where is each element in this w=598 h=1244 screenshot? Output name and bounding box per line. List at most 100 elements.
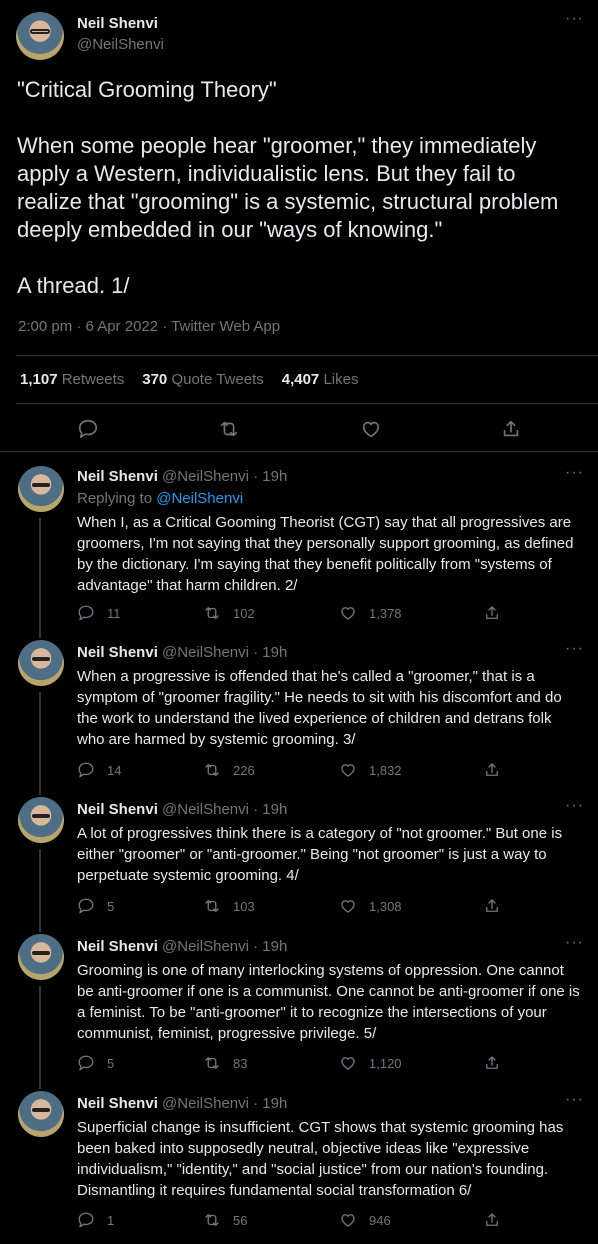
retweet-button[interactable]: 226 [203,761,255,779]
reply-button[interactable]: 5 [77,1054,114,1072]
thread-line [39,1077,41,1089]
like-button[interactable]: 946 [339,1211,391,1229]
like-count: 1,378 [369,605,402,621]
more-options-icon[interactable]: ··· [565,1091,584,1109]
author-handle-time: @NeilShenvi · 19h [162,938,288,955]
retweet-icon[interactable] [218,418,240,440]
like-button[interactable]: 1,378 [339,604,402,622]
thread-line [39,920,41,932]
more-options-icon[interactable]: ··· [565,934,584,952]
reply-icon [78,1212,94,1228]
more-options-icon[interactable]: ··· [565,797,584,815]
reply-button[interactable]: 14 [77,761,121,779]
share-icon [486,1056,498,1069]
retweet-button[interactable]: 102 [203,604,255,622]
share-button[interactable] [483,761,513,779]
reply-tweet[interactable]: Neil Shenvi @NeilShenvi · 19h ··· Replyi… [0,452,598,626]
reply-tweet[interactable]: Neil Shenvi @NeilShenvi · 19h ··· A lot … [0,783,598,920]
reply-count: 11 [107,605,121,621]
avatar[interactable] [18,797,64,843]
like-count: 1,832 [369,762,402,778]
retweets-stat[interactable]: 1,107 Retweets [20,371,124,388]
reply-count: 1 [107,1212,115,1228]
avatar[interactable] [18,1091,64,1137]
reply-icon[interactable] [77,418,99,440]
tweet-text: "Critical Grooming Theory" When some peo… [17,77,559,298]
like-icon[interactable] [360,418,382,440]
author-name[interactable]: Neil Shenvi @NeilShenvi · 19h [77,468,287,485]
more-options-icon[interactable]: ··· [565,464,584,482]
share-button[interactable] [483,1211,513,1229]
author-name[interactable]: Neil Shenvi @NeilShenvi · 19h [77,644,287,661]
tweet-text: When I, as a Critical Gooming Theorist (… [77,514,574,594]
retweet-count: 226 [233,762,255,778]
avatar[interactable] [18,466,64,512]
thread-line [39,783,41,795]
reply-button[interactable]: 11 [77,604,121,622]
reply-button[interactable]: 5 [77,897,114,915]
share-button[interactable] [483,604,513,622]
share-icon [486,899,498,912]
reply-tweet[interactable]: Neil Shenvi @NeilShenvi · 19h ··· Superf… [0,1077,598,1234]
tweet-stats: 1,107 Retweets 370 Quote Tweets 4,407 Li… [20,371,358,388]
share-button[interactable] [483,897,513,915]
author-handle-time: @NeilShenvi · 19h [162,1095,288,1112]
author-handle-time: @NeilShenvi · 19h [162,801,288,818]
retweet-count: 103 [233,898,255,914]
quote-tweets-stat[interactable]: 370 Quote Tweets [142,371,263,388]
more-options-icon[interactable]: ··· [565,640,584,658]
reply-icon [78,762,94,778]
divider [16,355,598,356]
like-count: 946 [369,1212,391,1228]
author-name[interactable]: Neil Shenvi @NeilShenvi · 19h [77,801,287,818]
avatar[interactable] [18,640,64,686]
share-icon [486,763,498,776]
author-handle-time: @NeilShenvi · 19h [162,644,288,661]
like-icon [341,1057,355,1070]
author-handle-time: @NeilShenvi · 19h [162,468,288,485]
tweet-text: A lot of progressives think there is a c… [77,825,563,884]
share-icon [486,606,498,619]
author-handle[interactable]: @NeilShenvi [77,36,164,53]
retweet-button[interactable]: 103 [203,897,255,915]
thread-line [39,518,41,626]
author-name[interactable]: Neil Shenvi [77,15,158,32]
replying-to-link[interactable]: @NeilShenvi [156,490,243,507]
retweet-button[interactable]: 83 [203,1054,247,1072]
retweet-button[interactable]: 56 [203,1211,247,1229]
tweet-meta[interactable]: 2:00 pm · 6 Apr 2022 · Twitter Web App [18,318,280,335]
retweet-icon [205,1057,219,1069]
like-button[interactable]: 1,308 [339,897,402,915]
reply-tweet[interactable]: Neil Shenvi @NeilShenvi · 19h ··· Groomi… [0,920,598,1077]
reply-count: 5 [107,1055,115,1071]
avatar[interactable] [16,12,64,60]
divider [16,403,598,404]
reply-icon [78,605,94,621]
retweet-count: 83 [233,1055,248,1071]
main-tweet: Neil Shenvi @NeilShenvi ··· "Critical Gr… [0,0,598,452]
author-name[interactable]: Neil Shenvi @NeilShenvi · 19h [77,938,287,955]
share-icon [486,1213,498,1226]
replying-to: Replying to @NeilShenvi [77,490,244,507]
reply-tweet[interactable]: Neil Shenvi @NeilShenvi · 19h ··· When a… [0,626,598,783]
tweet-text: When a progressive is offended that he's… [77,668,562,748]
like-icon [341,764,355,777]
avatar[interactable] [18,934,64,980]
share-button[interactable] [483,1054,513,1072]
more-options-icon[interactable]: ··· [565,10,584,28]
likes-stat[interactable]: 4,407 Likes [282,371,359,388]
like-button[interactable]: 1,120 [339,1054,402,1072]
like-count: 1,308 [369,898,402,914]
thread-line [39,626,41,638]
author-name[interactable]: Neil Shenvi @NeilShenvi · 19h [77,1095,287,1112]
share-icon[interactable] [500,418,522,440]
retweet-icon [205,607,219,619]
reply-icon [78,898,94,914]
reply-button[interactable]: 1 [77,1211,114,1229]
tweet-text: Grooming is one of many interlocking sys… [77,962,580,1042]
thread-line [39,986,41,1077]
reply-count: 5 [107,898,115,914]
reply-count: 14 [107,762,122,778]
like-button[interactable]: 1,832 [339,761,402,779]
retweet-icon [205,764,219,776]
